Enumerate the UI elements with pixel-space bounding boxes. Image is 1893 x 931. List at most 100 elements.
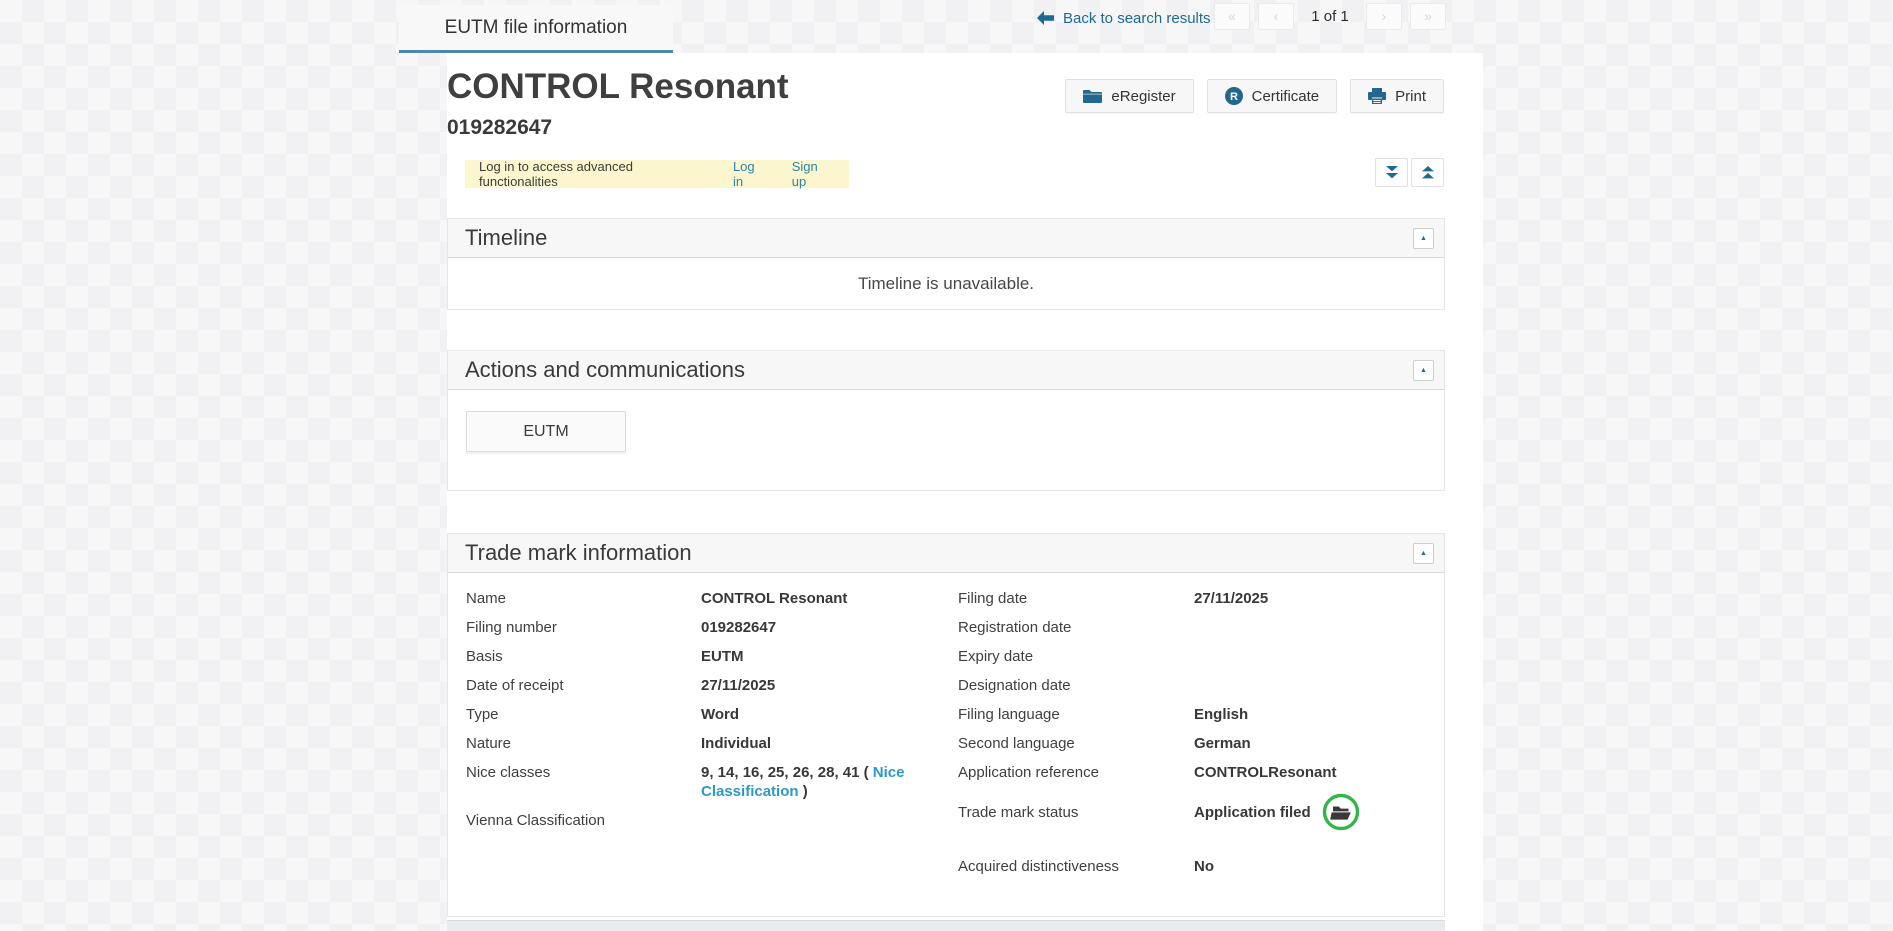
trademark-collapse-button[interactable]: ▲ [1413, 543, 1434, 564]
field-value: Application filed [1194, 792, 1361, 832]
actions-section-title: Actions and communications [465, 357, 745, 383]
first-result-button[interactable]: « [1214, 3, 1250, 30]
document-action-buttons: eRegister R Certificate Print [1065, 79, 1444, 113]
back-link-label: Back to search results [1063, 10, 1211, 27]
field-label: Name [466, 589, 701, 608]
field-filing-date: Filing date 27/11/2025 [958, 589, 1444, 608]
timeline-section: Timeline ▲ Timeline is unavailable. [447, 218, 1445, 310]
application-filed-folder-icon [1321, 792, 1361, 832]
certificate-button[interactable]: R Certificate [1207, 79, 1338, 113]
trademark-information-section: Trade mark information ▲ Name CONTROL Re… [447, 533, 1445, 917]
expand-all-sections-button[interactable] [1375, 158, 1408, 187]
field-label: Type [466, 705, 701, 724]
eutm-subtab[interactable]: EUTM [466, 411, 626, 452]
field-nice-classes: Nice classes 9, 14, 16, 25, 26, 28, 41 (… [466, 763, 958, 801]
field-value [701, 811, 958, 830]
field-label: Nature [466, 734, 701, 753]
timeline-section-title: Timeline [465, 225, 547, 251]
trademark-section-header: Trade mark information ▲ [448, 534, 1444, 573]
pager-position: 1 of 1 [1294, 8, 1366, 25]
field-value: German [1194, 734, 1251, 753]
print-label: Print [1395, 88, 1426, 105]
eregister-label: eRegister [1111, 88, 1175, 105]
printer-icon [1368, 88, 1386, 104]
timeline-body: Timeline is unavailable. [448, 258, 1444, 309]
field-value: CONTROLResonant [1194, 763, 1337, 782]
actions-section-header: Actions and communications ▲ [448, 351, 1444, 390]
field-basis: Basis EUTM [466, 647, 958, 666]
eutm-subtab-label: EUTM [523, 423, 568, 441]
field-designation-date: Designation date [958, 676, 1444, 695]
next-section-header-cutoff [447, 920, 1445, 931]
field-value: 27/11/2025 [1194, 589, 1268, 608]
field-filing-language: Filing language English [958, 705, 1444, 724]
field-value: 27/11/2025 [701, 676, 958, 695]
field-application-reference: Application reference CONTROLResonant [958, 763, 1444, 782]
tab-label: EUTM file information [445, 17, 628, 39]
field-value: EUTM [701, 647, 958, 666]
field-label: Registration date [958, 618, 1194, 637]
page: EUTM file information Back to search res… [0, 0, 1893, 931]
field-acquired-distinctiveness: Acquired distinctiveness No [958, 857, 1444, 876]
log-in-link[interactable]: Log in [733, 159, 768, 189]
field-date-of-receipt: Date of receipt 27/11/2025 [466, 676, 958, 695]
back-arrow-icon [1037, 11, 1054, 25]
folder-icon [1083, 89, 1102, 104]
certificate-label: Certificate [1252, 88, 1320, 105]
collapse-section-icon: ▲ [1420, 367, 1427, 374]
field-trade-mark-status: Trade mark status Application filed [958, 792, 1444, 832]
print-button[interactable]: Print [1350, 79, 1444, 113]
field-label: Acquired distinctiveness [958, 857, 1194, 876]
field-label: Second language [958, 734, 1194, 753]
timeline-unavailable-message: Timeline is unavailable. [858, 274, 1034, 294]
sign-up-link[interactable]: Sign up [792, 159, 835, 189]
field-label: Basis [466, 647, 701, 666]
actions-collapse-button[interactable]: ▲ [1413, 360, 1434, 381]
next-result-button[interactable]: › [1366, 3, 1402, 30]
field-value: English [1194, 705, 1248, 724]
field-label: Filing language [958, 705, 1194, 724]
field-value: 019282647 [701, 618, 958, 637]
nice-classes-suffix: ) [803, 783, 808, 800]
trademark-details: Name CONTROL Resonant Filing number 0192… [448, 573, 1444, 916]
registered-mark-icon: R [1225, 87, 1243, 105]
actions-body: EUTM [448, 390, 1444, 490]
trademark-name-title: CONTROL Resonant [447, 67, 789, 107]
previous-result-button[interactable]: ‹ [1258, 3, 1294, 30]
main-panel: CONTROL Resonant 019282647 eRegister R C… [447, 53, 1483, 931]
actions-communications-section: Actions and communications ▲ EUTM [447, 350, 1445, 491]
last-result-button[interactable]: » [1410, 3, 1446, 30]
field-type: Type Word [466, 705, 958, 724]
svg-text:R: R [1230, 91, 1238, 103]
field-nature: Nature Individual [466, 734, 958, 753]
collapse-section-icon: ▲ [1420, 550, 1427, 557]
field-second-language: Second language German [958, 734, 1444, 753]
login-notice-text: Log in to access advanced functionalitie… [479, 159, 711, 189]
timeline-collapse-button[interactable]: ▲ [1413, 228, 1434, 249]
timeline-section-header: Timeline ▲ [448, 219, 1444, 258]
field-label: Application reference [958, 763, 1194, 782]
tab-eutm-file-information[interactable]: EUTM file information [399, 5, 673, 53]
collapse-all-sections-button[interactable] [1411, 158, 1444, 187]
field-name: Name CONTROL Resonant [466, 589, 958, 608]
expand-all-icon [1385, 166, 1399, 179]
login-notice-bar: Log in to access advanced functionalitie… [465, 160, 849, 188]
field-label: Filing date [958, 589, 1194, 608]
back-to-search-results-link[interactable]: Back to search results [1037, 7, 1211, 29]
trademark-section-title: Trade mark information [465, 540, 692, 566]
field-value: 9, 14, 16, 25, 26, 28, 41 ( Nice Classif… [701, 763, 958, 801]
field-filing-number: Filing number 019282647 [466, 618, 958, 637]
field-value: No [1194, 857, 1214, 876]
field-vienna-classification: Vienna Classification [466, 811, 958, 830]
trade-mark-status-text: Application filed [1194, 803, 1311, 822]
field-label: Nice classes [466, 763, 701, 801]
field-label: Vienna Classification [466, 811, 701, 830]
expand-collapse-all-controls [1375, 158, 1444, 187]
field-label: Date of receipt [466, 676, 701, 695]
trademark-details-right-column: Filing date 27/11/2025 Registration date… [958, 589, 1444, 886]
field-label: Trade mark status [958, 803, 1194, 822]
eregister-button[interactable]: eRegister [1065, 79, 1193, 113]
field-value: Word [701, 705, 958, 724]
field-label: Expiry date [958, 647, 1194, 666]
field-label: Filing number [466, 618, 701, 637]
